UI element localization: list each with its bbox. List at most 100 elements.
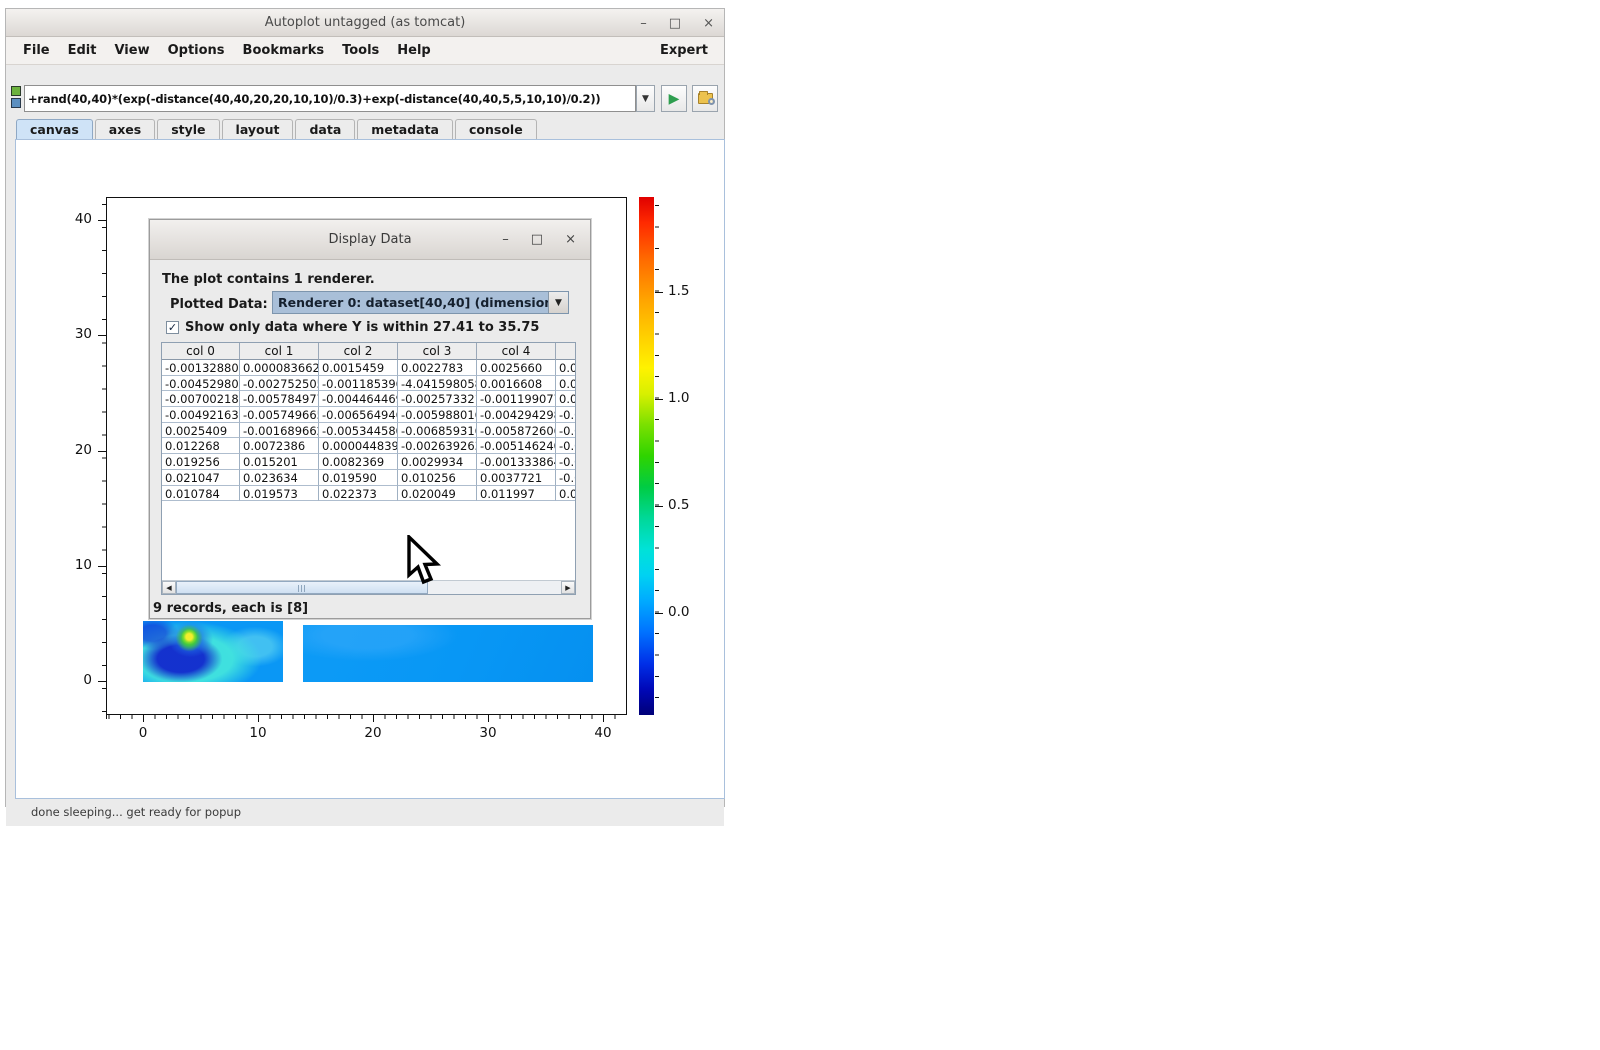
table-cell[interactable]: -0.002573321...	[398, 391, 477, 407]
table-cell[interactable]: 0.022373	[319, 486, 398, 502]
maximize-button[interactable]: □	[669, 17, 681, 30]
tab-data[interactable]: data	[295, 119, 355, 140]
table-cell[interactable]: -0.001333864...	[477, 454, 556, 470]
table-cell[interactable]: 0.00	[556, 486, 576, 502]
table-cell[interactable]: 0.019590	[319, 470, 398, 486]
table-cell[interactable]: -0.005344580...	[319, 423, 398, 439]
plotted-data-combobox[interactable]: Renderer 0: dataset[40,40] (dimension...…	[272, 291, 569, 314]
table-cell[interactable]: 0.0025660	[477, 360, 556, 376]
table-cell[interactable]: -0.005749665...	[240, 407, 319, 423]
table-cell[interactable]: 0.0029934	[398, 454, 477, 470]
table-cell[interactable]: -0.0	[556, 423, 576, 439]
table-row[interactable]: 0.0025409-0.001689662...-0.005344580...-…	[162, 423, 576, 439]
dialog-close-button[interactable]: ×	[565, 232, 576, 247]
tab-metadata[interactable]: metadata	[357, 119, 453, 140]
menu-item-view[interactable]: View	[105, 43, 158, 58]
dialog-maximize-button[interactable]: □	[531, 232, 543, 247]
tab-style[interactable]: style	[157, 119, 219, 140]
table-cell[interactable]: -0.0	[556, 438, 576, 454]
table-row[interactable]: -0.004529800...-0.002752505...-0.0011853…	[162, 376, 576, 392]
tab-console[interactable]: console	[455, 119, 537, 140]
table-cell[interactable]: 0.00	[556, 391, 576, 407]
table-header-cell[interactable]: col 1	[240, 343, 319, 360]
uri-input[interactable]	[24, 85, 636, 112]
run-button[interactable]: ▶	[661, 85, 687, 112]
table-cell[interactable]: 0.00	[556, 360, 576, 376]
table-cell[interactable]: -0.006859316...	[398, 423, 477, 439]
tab-canvas[interactable]: canvas	[16, 119, 93, 140]
table-cell[interactable]: -0.005872606...	[477, 423, 556, 439]
table-cell[interactable]: -0.005988016...	[398, 407, 477, 423]
table-cell[interactable]: 0.0037721	[477, 470, 556, 486]
table-cell[interactable]: -0.004294298...	[477, 407, 556, 423]
table-cell[interactable]: 0.011997	[477, 486, 556, 502]
table-row[interactable]: 0.0192560.0152010.00823690.0029934-0.001…	[162, 454, 576, 470]
tab-layout[interactable]: layout	[222, 119, 294, 140]
table-row[interactable]: 0.0122680.00723860.000044839-0.002639263…	[162, 438, 576, 454]
table-cell[interactable]: 0.00	[556, 376, 576, 392]
table-row[interactable]: -0.004921634...-0.005749665...-0.0065649…	[162, 407, 576, 423]
table-header-cell[interactable]: col 5	[556, 343, 576, 360]
expert-menu[interactable]: Expert	[652, 43, 716, 58]
table-cell[interactable]: -0.0	[556, 470, 576, 486]
colorbar[interactable]	[639, 197, 654, 715]
table-header-cell[interactable]: col 2	[319, 343, 398, 360]
table-row[interactable]: 0.0210470.0236340.0195900.0102560.003772…	[162, 470, 576, 486]
scrollbar-thumb[interactable]	[176, 581, 428, 594]
table-cell[interactable]: -4.041598058...	[398, 376, 477, 392]
inspect-button[interactable]	[692, 85, 718, 112]
table-cell[interactable]: 0.019256	[162, 454, 240, 470]
table-cell[interactable]: 0.0082369	[319, 454, 398, 470]
table-cell[interactable]: 0.021047	[162, 470, 240, 486]
uri-dropdown-button[interactable]: ▼	[636, 85, 655, 112]
table-cell[interactable]: 0.0072386	[240, 438, 319, 454]
dialog-titlebar[interactable]: Display Data – □ ×	[150, 220, 590, 260]
table-cell[interactable]: 0.0016608	[477, 376, 556, 392]
menu-item-help[interactable]: Help	[388, 43, 439, 58]
menu-item-edit[interactable]: Edit	[59, 43, 106, 58]
table-cell[interactable]: 0.010256	[398, 470, 477, 486]
scrollbar-right-arrow[interactable]: ▶	[561, 581, 575, 594]
table-cell[interactable]: 0.0025409	[162, 423, 240, 439]
table-cell[interactable]: -0.001328804...	[162, 360, 240, 376]
table-cell[interactable]: -0.004529800...	[162, 376, 240, 392]
dialog-minimize-button[interactable]: –	[502, 232, 509, 247]
table-cell[interactable]: -0.006564946...	[319, 407, 398, 423]
table-cell[interactable]: 0.023634	[240, 470, 319, 486]
table-cell[interactable]: 0.000044839	[319, 438, 398, 454]
menu-item-tools[interactable]: Tools	[333, 43, 388, 58]
table-cell[interactable]: 0.012268	[162, 438, 240, 454]
table-cell[interactable]: -0.001185396...	[319, 376, 398, 392]
scrollbar-left-arrow[interactable]: ◀	[162, 581, 176, 594]
data-table-scrollpane[interactable]: col 0col 1col 2col 3col 4col 5-0.0013288…	[161, 342, 576, 595]
menu-item-bookmarks[interactable]: Bookmarks	[234, 43, 334, 58]
table-cell[interactable]: 0.0022783	[398, 360, 477, 376]
menu-item-options[interactable]: Options	[159, 43, 234, 58]
table-row[interactable]: -0.001328804...0.0000836620.00154590.002…	[162, 360, 576, 376]
table-cell[interactable]: -0.002752505...	[240, 376, 319, 392]
menu-item-file[interactable]: File	[14, 43, 59, 58]
table-header-cell[interactable]: col 4	[477, 343, 556, 360]
table-cell[interactable]: -0.002639263...	[398, 438, 477, 454]
table-cell[interactable]: -0.005784977...	[240, 391, 319, 407]
table-cell[interactable]: -0.004464469...	[319, 391, 398, 407]
table-cell[interactable]: -0.005146240...	[477, 438, 556, 454]
table-cell[interactable]: 0.000083662	[240, 360, 319, 376]
table-cell[interactable]: 0.020049	[398, 486, 477, 502]
table-row[interactable]: -0.007002187...-0.005784977...-0.0044644…	[162, 391, 576, 407]
table-cell[interactable]: 0.0015459	[319, 360, 398, 376]
close-button[interactable]: ×	[703, 17, 714, 30]
table-row[interactable]: 0.0107840.0195730.0223730.0200490.011997…	[162, 486, 576, 502]
minimize-button[interactable]: –	[640, 17, 647, 30]
table-cell[interactable]: -0.007002187...	[162, 391, 240, 407]
table-cell[interactable]: -0.001199077...	[477, 391, 556, 407]
table-cell[interactable]: -0.004921634...	[162, 407, 240, 423]
table-header-cell[interactable]: col 3	[398, 343, 477, 360]
tab-axes[interactable]: axes	[95, 119, 155, 140]
table-cell[interactable]: -0.0	[556, 454, 576, 470]
table-cell[interactable]: -0.001689662...	[240, 423, 319, 439]
y-filter-checkbox[interactable]: ✓	[166, 321, 179, 334]
table-cell[interactable]: 0.010784	[162, 486, 240, 502]
table-cell[interactable]: -0.0	[556, 407, 576, 423]
table-cell[interactable]: 0.019573	[240, 486, 319, 502]
